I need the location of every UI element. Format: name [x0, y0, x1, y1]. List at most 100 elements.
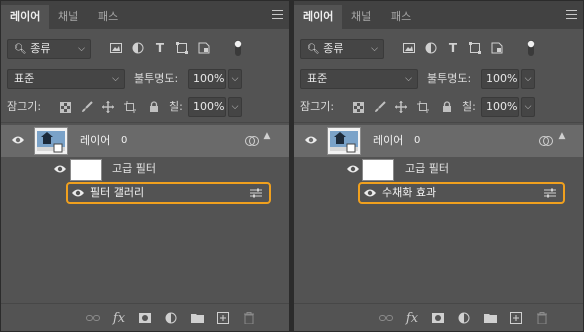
- new-layer-icon[interactable]: [508, 310, 524, 326]
- divider: [1, 122, 289, 123]
- link-icon[interactable]: [85, 310, 101, 326]
- fill-input[interactable]: 100%: [188, 97, 226, 117]
- layer-name: 레이어: [80, 134, 111, 147]
- shape-layer-filter-icon[interactable]: [468, 41, 482, 55]
- fill-label: 칠:: [462, 100, 476, 113]
- panel-tab-bar: 레이어 채널 패스: [294, 1, 583, 29]
- adjustment-layer-filter-icon[interactable]: [424, 41, 438, 55]
- lock-pixels-brush-icon[interactable]: [80, 100, 94, 114]
- trash-icon[interactable]: [241, 310, 257, 326]
- adjustment-icon[interactable]: [163, 310, 179, 326]
- mask-icon[interactable]: [430, 310, 446, 326]
- lock-all-icon[interactable]: [147, 100, 161, 114]
- tab-channels[interactable]: 채널: [49, 5, 87, 29]
- search-icon: 🔍︎: [14, 44, 27, 55]
- collapse-chevron-icon[interactable]: ▲: [557, 131, 567, 141]
- shape-layer-filter-icon[interactable]: [175, 41, 189, 55]
- search-icon: 🔍︎: [307, 44, 320, 55]
- layer-name: 레이어: [373, 134, 404, 147]
- lock-artboard-icon[interactable]: [416, 100, 430, 114]
- trash-icon[interactable]: [534, 310, 550, 326]
- fill-label: 칠:: [169, 100, 183, 113]
- layer-thumbnail: [34, 127, 68, 155]
- divider: [294, 122, 583, 123]
- new-layer-icon[interactable]: [215, 310, 231, 326]
- layer-thumbnail: [327, 127, 361, 155]
- opacity-chevron-icon[interactable]: ⌵: [228, 69, 242, 89]
- filter-item-highlight[interactable]: 수채화 효과: [358, 182, 565, 204]
- filter-eye-icon[interactable]: [363, 188, 377, 201]
- opacity-label: 불투명도:: [427, 72, 472, 85]
- tab-paths[interactable]: 패스: [382, 5, 420, 29]
- lock-position-move-icon[interactable]: [101, 100, 115, 114]
- filter-name: 필터 갤러리: [90, 186, 145, 199]
- blend-mode-label: 표준: [307, 72, 328, 85]
- lock-label: 잠그기:: [300, 100, 335, 113]
- opacity-input[interactable]: 100%: [481, 69, 519, 89]
- filter-kind-dropdown[interactable]: 🔍︎ 종류 ⌵: [300, 39, 384, 59]
- filter-kind-dropdown[interactable]: 🔍︎ 종류 ⌵: [7, 39, 91, 59]
- lock-artboard-icon[interactable]: [123, 100, 137, 114]
- panel-tab-bar: 레이어 채널 패스: [1, 1, 289, 29]
- smart-filter-mask-thumbnail[interactable]: [70, 159, 102, 181]
- lock-pixels-brush-icon[interactable]: [373, 100, 387, 114]
- panel-footer: fx: [294, 303, 583, 331]
- smart-filter-eye-icon[interactable]: [346, 164, 360, 177]
- smart-filter-mask-thumbnail[interactable]: [362, 159, 394, 181]
- chevron-down-icon: ⌵: [78, 44, 85, 54]
- adjustment-layer-filter-icon[interactable]: [131, 41, 145, 55]
- layer-row[interactable]: 레이어 0 ▲: [294, 125, 583, 157]
- blend-mode-dropdown[interactable]: 표준 ⌵: [300, 69, 418, 89]
- fill-input[interactable]: 100%: [481, 97, 519, 117]
- panel-menu-icon[interactable]: [272, 10, 283, 19]
- filter-blending-options-icon[interactable]: [543, 187, 557, 199]
- smart-filter-label: 고급 필터: [112, 162, 156, 175]
- opacity-label: 불투명도:: [134, 72, 179, 85]
- visibility-eye-icon[interactable]: [304, 135, 318, 148]
- smart-object-filter-icon[interactable]: [490, 41, 504, 55]
- pixel-layer-filter-icon[interactable]: [402, 41, 416, 55]
- layers-panel-right: 레이어 채널 패스 🔍︎ 종류 ⌵ T 표준 ⌵ 불투명도: 100% ⌵ 잠그…: [293, 0, 584, 332]
- type-layer-filter-icon[interactable]: T: [446, 41, 460, 55]
- blend-mode-label: 표준: [14, 72, 35, 85]
- link-icon[interactable]: [378, 310, 394, 326]
- collapse-chevron-icon[interactable]: ▲: [262, 131, 272, 141]
- filter-kind-label: 종류: [323, 42, 344, 55]
- filter-blending-options-icon[interactable]: [249, 187, 263, 199]
- filter-toggle-icon[interactable]: [231, 39, 245, 57]
- visibility-eye-icon[interactable]: [11, 135, 25, 148]
- filter-kind-label: 종류: [30, 42, 51, 55]
- smart-filter-label: 고급 필터: [405, 162, 449, 175]
- filter-item-highlight[interactable]: 필터 갤러리: [66, 182, 271, 204]
- pixel-layer-filter-icon[interactable]: [109, 41, 123, 55]
- tab-channels[interactable]: 채널: [342, 5, 380, 29]
- filter-eye-icon[interactable]: [71, 188, 85, 201]
- smart-filter-indicator-icon: [244, 134, 260, 148]
- lock-transparent-icon[interactable]: [58, 100, 72, 114]
- smart-filter-eye-icon[interactable]: [53, 164, 67, 177]
- tab-layers[interactable]: 레이어: [1, 5, 50, 29]
- folder-icon[interactable]: [189, 310, 205, 326]
- fx-icon[interactable]: fx: [404, 310, 420, 326]
- blend-mode-dropdown[interactable]: 표준 ⌵: [7, 69, 125, 89]
- mask-icon[interactable]: [137, 310, 153, 326]
- type-layer-filter-icon[interactable]: T: [153, 41, 167, 55]
- fx-icon[interactable]: fx: [111, 310, 127, 326]
- layer-row[interactable]: 레이어 0 ▲: [1, 125, 289, 157]
- adjustment-icon[interactable]: [456, 310, 472, 326]
- chevron-down-icon: ⌵: [112, 74, 119, 84]
- fill-chevron-icon[interactable]: ⌵: [228, 97, 242, 117]
- lock-transparent-icon[interactable]: [351, 100, 365, 114]
- opacity-input[interactable]: 100%: [188, 69, 226, 89]
- lock-label: 잠그기:: [7, 100, 42, 113]
- fill-chevron-icon[interactable]: ⌵: [521, 97, 535, 117]
- tab-layers[interactable]: 레이어: [294, 5, 343, 29]
- tab-paths[interactable]: 패스: [89, 5, 127, 29]
- lock-position-move-icon[interactable]: [394, 100, 408, 114]
- smart-object-filter-icon[interactable]: [197, 41, 211, 55]
- panel-menu-icon[interactable]: [566, 10, 577, 19]
- lock-all-icon[interactable]: [440, 100, 454, 114]
- folder-icon[interactable]: [482, 310, 498, 326]
- opacity-chevron-icon[interactable]: ⌵: [521, 69, 535, 89]
- filter-toggle-icon[interactable]: [524, 39, 538, 57]
